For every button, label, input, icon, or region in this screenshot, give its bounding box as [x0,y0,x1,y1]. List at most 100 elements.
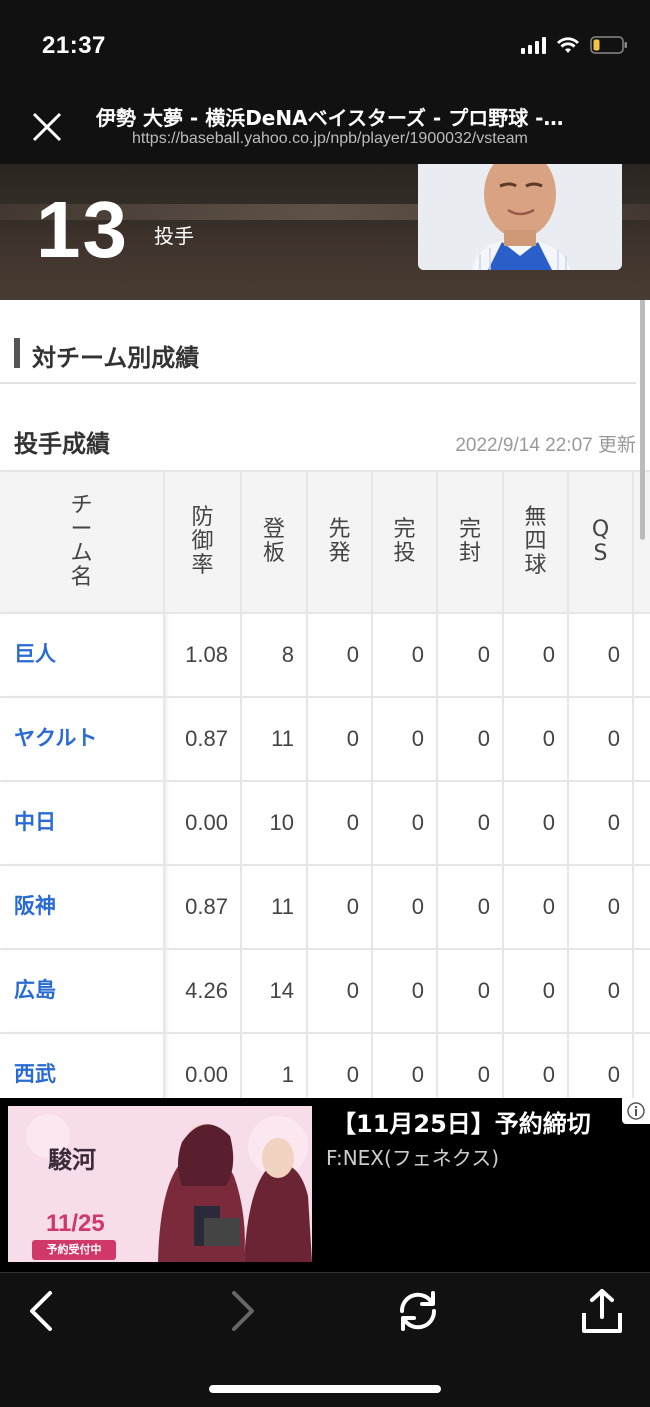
stat-cell: 0 [567,780,634,866]
share-icon[interactable] [578,1287,626,1335]
team-link[interactable]: 巨人 [0,612,165,698]
wifi-icon [557,37,579,53]
stat-cell: 0 [567,612,634,698]
table-row: ヤクルト 0.87 11 0 0 0 0 0 [0,696,650,782]
stat-cell: 0 [371,864,438,950]
stat-cell: 0 [502,864,569,950]
stat-cell: 1.08 [163,612,242,698]
stat-cell: 0.00 [163,1032,242,1100]
battery-icon [590,36,627,54]
team-link[interactable]: 広島 [0,948,165,1034]
stat-cell: 0 [371,948,438,1034]
table-row: 西武 0.00 1 0 0 0 0 0 [0,1032,650,1100]
ad-advertiser: F:NEX(フェネクス) [326,1146,499,1170]
stat-cell: 0 [306,948,373,1034]
stat-cell: 0 [502,696,569,782]
ad-image-name: 駿河 [48,1145,96,1174]
player-hero: 13 投手 [0,164,650,300]
stat-cell: 0 [436,1032,504,1100]
column-header-starts: 先発 [306,470,373,614]
stat-cell: 0 [436,696,504,782]
team-link[interactable]: 西武 [0,1032,165,1100]
status-bar: 21:37 [0,0,650,90]
stats-title: 投手成績 [14,430,110,458]
player-photo [418,164,622,270]
column-header-qs: QS [567,470,634,614]
ad-image[interactable]: 駿河 11/25 予約受付中 [8,1106,312,1262]
column-header-no-walks: 無四球 [502,470,569,614]
stats-table: チーム名 防御率 登板 先発 完投 完封 無四球 QS 巨人 1.08 8 0 [0,470,650,1100]
section-marker [14,338,20,368]
stat-cell: 0.00 [163,780,242,866]
page-url: https://baseball.yahoo.co.jp/npb/player/… [132,130,528,147]
jersey-number: 13 [36,185,129,274]
ad-info-icon[interactable] [622,1098,650,1124]
column-header-shutouts: 完封 [436,470,504,614]
team-link[interactable]: 中日 [0,780,165,866]
stat-cell: 11 [240,696,308,782]
ad-image-cta: 予約受付中 [32,1240,116,1260]
stat-cell: 0 [371,780,438,866]
column-header-games: 登板 [240,470,308,614]
stat-cell: 0 [371,1032,438,1100]
stat-cell-overflow [632,864,650,950]
table-row: 中日 0.00 10 0 0 0 0 0 [0,780,650,866]
stat-cell: 8 [240,612,308,698]
main-content: 対チーム別成績 投手成績 2022/9/14 22:07 更新 チーム名 防御率… [0,300,650,1100]
stat-cell: 0 [306,612,373,698]
stat-cell-overflow [632,780,650,866]
reload-icon[interactable] [394,1287,442,1335]
ad-image-date: 11/25 [46,1210,105,1237]
ad-banner[interactable]: 駿河 11/25 予約受付中 【11月25日】予約締切 F:NEX(フェネクス) [0,1098,650,1272]
stat-cell-overflow [632,948,650,1034]
status-time: 21:37 [42,32,106,59]
bottom-toolbar [0,1272,650,1407]
table-row: 阪神 0.87 11 0 0 0 0 0 [0,864,650,950]
back-icon[interactable] [18,1287,66,1335]
column-header-era: 防御率 [163,470,242,614]
stat-cell: 10 [240,780,308,866]
stat-cell: 0 [436,612,504,698]
stats-table-container[interactable]: チーム名 防御率 登板 先発 完投 完封 無四球 QS 巨人 1.08 8 0 [0,470,650,1100]
ad-title[interactable]: 【11月25日】予約締切 [332,1104,591,1139]
stat-cell-overflow [632,1032,650,1100]
page-scrollbar[interactable] [640,300,645,540]
table-header-row: チーム名 防御率 登板 先発 完投 完封 無四球 QS [0,470,650,614]
stat-cell: 0 [567,1032,634,1100]
stat-cell: 0 [567,948,634,1034]
stat-cell: 0 [436,948,504,1034]
home-indicator[interactable] [209,1385,441,1393]
page-title: 伊勢 大夢 - 横浜DeNAベイスターズ - プロ野球 -… [96,106,564,130]
stat-cell: 0 [306,696,373,782]
cellular-signal-icon [521,36,546,54]
stat-cell: 0 [371,696,438,782]
stat-cell: 0 [502,1032,569,1100]
stat-cell: 0 [502,948,569,1034]
stat-cell: 0 [306,1032,373,1100]
stat-cell: 0 [306,780,373,866]
column-header-complete-games: 完投 [371,470,438,614]
stat-cell: 1 [240,1032,308,1100]
stat-cell-overflow [632,696,650,782]
stat-cell: 0 [306,864,373,950]
section-header: 対チーム別成績 [0,300,636,384]
stat-cell: 0 [436,864,504,950]
table-row: 巨人 1.08 8 0 0 0 0 0 [0,612,650,698]
stat-cell: 0 [502,612,569,698]
column-header-team: チーム名 [0,470,165,614]
stat-cell: 0 [436,780,504,866]
player-photo-image [418,164,622,270]
stat-cell: 0.87 [163,864,242,950]
stat-cell: 0 [567,864,634,950]
team-link[interactable]: ヤクルト [0,696,165,782]
stat-cell: 0.87 [163,696,242,782]
close-icon[interactable] [26,106,68,148]
stat-cell: 0 [371,612,438,698]
stat-cell: 11 [240,864,308,950]
team-link[interactable]: 阪神 [0,864,165,950]
stat-cell: 0 [502,780,569,866]
updated-timestamp: 2022/9/14 22:07 更新 [455,435,636,456]
player-position: 投手 [154,224,194,248]
stat-cell: 14 [240,948,308,1034]
forward-icon[interactable] [218,1287,266,1335]
